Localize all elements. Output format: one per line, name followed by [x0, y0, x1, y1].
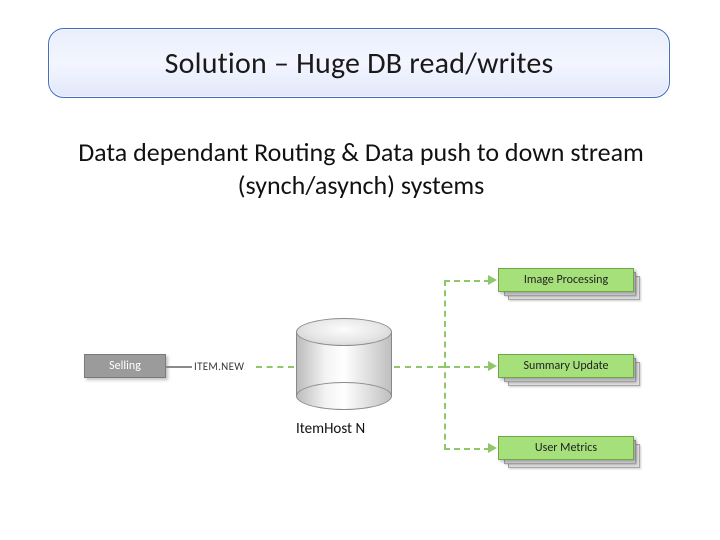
architecture-diagram: Selling ITEM.NEW ItemHost N Image Proces… [0, 260, 720, 490]
target-node-summary-update: Summary Update [498, 354, 642, 388]
arrowhead-image-processing [488, 275, 497, 285]
arrowhead-user-metrics [488, 443, 497, 453]
subtitle-text: Data dependant Routing & Data push to do… [46, 136, 676, 201]
connector-to-summary-update [444, 366, 490, 368]
connector-event-to-db [256, 366, 294, 368]
target-node-image-processing: Image Processing [498, 268, 642, 302]
connector-to-user-metrics [444, 448, 490, 450]
event-label: ITEM.NEW [194, 360, 244, 373]
arrowhead-summary-update [488, 361, 497, 371]
connector-vertical-split [444, 280, 446, 450]
database-icon [296, 318, 392, 410]
title-banner: Solution – Huge DB read/writes [48, 28, 670, 98]
title-text: Solution – Huge DB read/writes [165, 45, 554, 82]
target-label: Image Processing [524, 273, 608, 287]
target-node-user-metrics: User Metrics [498, 436, 642, 470]
target-label: Summary Update [524, 359, 609, 373]
connector-source-to-event [166, 366, 192, 368]
source-node-label: Selling [109, 359, 141, 373]
connector-db-out [394, 366, 444, 368]
source-node-selling: Selling [84, 354, 166, 378]
target-label: User Metrics [535, 441, 597, 455]
connector-to-image-processing [444, 280, 490, 282]
database-label: ItemHost N [296, 420, 416, 438]
